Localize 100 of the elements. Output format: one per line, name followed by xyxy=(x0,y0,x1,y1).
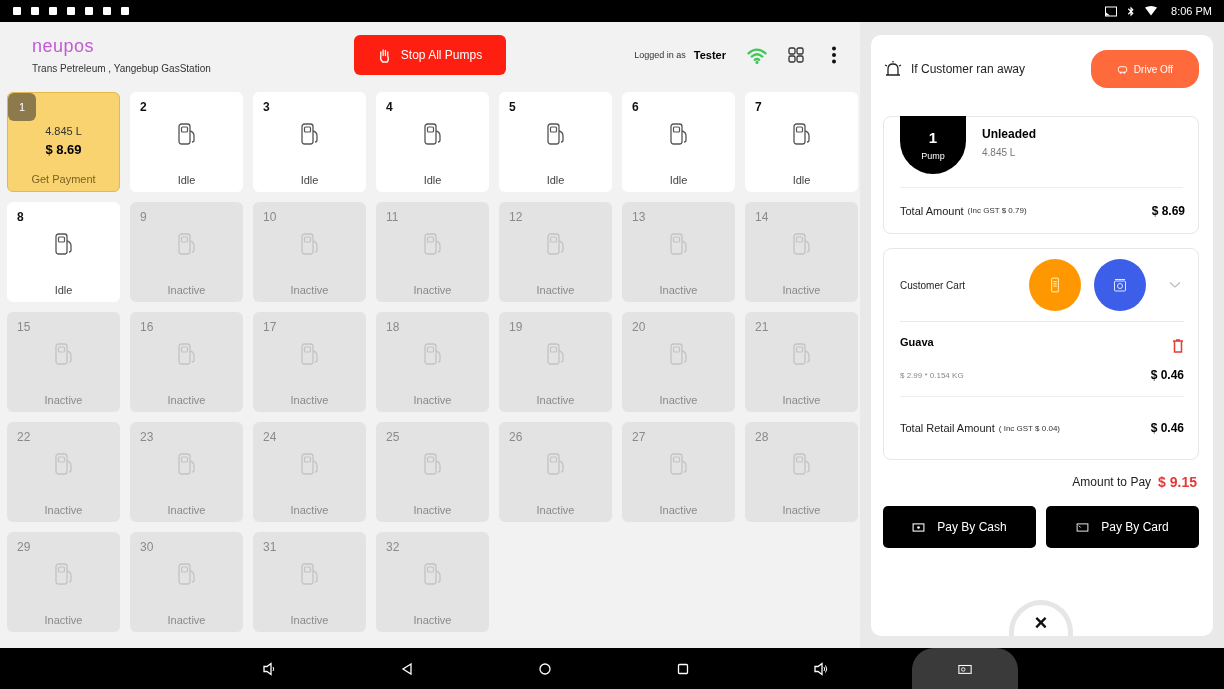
pump-number: 11 xyxy=(386,210,399,224)
pump-status: Inactive xyxy=(290,504,329,516)
logged-in-label: Logged in as xyxy=(634,50,686,60)
grid-icon[interactable] xyxy=(788,47,804,63)
pump-status: Inactive xyxy=(536,284,575,296)
fuel-pump-icon xyxy=(545,452,566,476)
pump-number: 25 xyxy=(386,430,400,444)
gst-note: (Inc GST $ 0.79) xyxy=(967,206,1027,215)
pump-number: 6 xyxy=(632,100,639,114)
pump-status: Inactive xyxy=(659,284,698,296)
fuel-pump-icon xyxy=(53,452,74,476)
pay-button[interactable]: Pay By Cash xyxy=(883,506,1036,548)
item-price: $ 0.46 xyxy=(1150,368,1184,382)
pump-status: Idle xyxy=(669,174,688,186)
barcode-icon xyxy=(1048,277,1062,293)
item-name: Guava xyxy=(900,336,934,348)
home-icon[interactable] xyxy=(538,661,552,676)
pump-number: 20 xyxy=(632,320,646,334)
recents-icon[interactable] xyxy=(676,661,690,676)
scale-button[interactable] xyxy=(1094,259,1146,311)
alarm-bell-icon xyxy=(883,60,903,78)
pump-status: Inactive xyxy=(413,284,452,296)
pump-number: 13 xyxy=(632,210,646,224)
pump-card[interactable]: 3 Idle xyxy=(253,92,366,192)
fuel-pump-icon xyxy=(299,232,320,256)
pump-amount: $ 8.69 xyxy=(45,142,82,157)
pump-status: Inactive xyxy=(536,504,575,516)
pump-number: 4 xyxy=(386,100,393,114)
pump-status: Inactive xyxy=(167,504,206,516)
volume-up-icon[interactable] xyxy=(814,661,828,676)
pump-number: 22 xyxy=(17,430,31,444)
pump-card[interactable]: 2 Idle xyxy=(130,92,243,192)
pump-status: Inactive xyxy=(44,394,83,406)
total-amount-label: Total Amount xyxy=(900,204,964,217)
pump-status: Idle xyxy=(177,174,196,186)
pump-card[interactable]: 4 Idle xyxy=(376,92,489,192)
pump-number: 29 xyxy=(17,540,31,554)
total-amount: $ 8.69 xyxy=(1151,203,1185,218)
pump-card[interactable]: 7 Idle xyxy=(745,92,858,192)
fuel-pump-icon xyxy=(422,452,443,476)
pump-number: 21 xyxy=(755,320,769,334)
pump-card[interactable]: 5 Idle xyxy=(499,92,612,192)
fuel-pump-icon xyxy=(791,122,812,146)
retail-total-label: Total Retail Amount xyxy=(900,422,995,434)
fuel-pump-icon xyxy=(668,452,689,476)
fuel-pump-icon xyxy=(422,342,443,366)
pump-status: Inactive xyxy=(536,394,575,406)
drive-off-button[interactable]: Drive Off xyxy=(1091,50,1199,88)
cast-icon xyxy=(1105,5,1118,17)
fuel-pump-icon xyxy=(422,122,443,146)
pump-number: 31 xyxy=(263,540,277,554)
trash-icon[interactable] xyxy=(1172,338,1184,354)
pump-status: Inactive xyxy=(290,284,329,296)
pump-status: Inactive xyxy=(167,614,206,626)
pump-status: Idle xyxy=(300,174,319,186)
pump-number: 8 xyxy=(17,210,24,224)
pump-status: Inactive xyxy=(44,504,83,516)
more-icon[interactable] xyxy=(832,46,836,64)
pump-status: Inactive xyxy=(290,394,329,406)
stop-all-pumps-button[interactable]: Stop All Pumps xyxy=(354,35,506,75)
pump-number: 15 xyxy=(17,320,31,334)
volume-down-icon[interactable] xyxy=(262,661,276,676)
pump-status: Inactive xyxy=(782,394,821,406)
pump-number: 5 xyxy=(509,100,516,114)
user-name: Tester xyxy=(693,49,726,61)
pump-number: 10 xyxy=(263,210,277,224)
pump-status: Inactive xyxy=(782,504,821,516)
pump-number: 26 xyxy=(509,430,523,444)
pay-button[interactable]: Pay By Card xyxy=(1046,506,1199,548)
pump-status: Get Payment xyxy=(31,173,96,185)
pump-status: Idle xyxy=(546,174,565,186)
amount-to-pay: $ 9.15 xyxy=(1158,474,1197,490)
pump-number: 24 xyxy=(263,430,277,444)
retail-total: $ 0.46 xyxy=(1150,421,1184,435)
fuel-pump-icon xyxy=(176,342,197,366)
fuel-pump-icon xyxy=(545,342,566,366)
fuel-pump-icon xyxy=(299,342,320,366)
pump-number: 3 xyxy=(263,100,270,114)
pump-card[interactable]: 6 Idle xyxy=(622,92,735,192)
pump-status: Inactive xyxy=(44,614,83,626)
fuel-pump-icon xyxy=(299,122,320,146)
pump-number: 9 xyxy=(140,210,147,224)
pump-tag-label: Pump xyxy=(921,151,945,161)
pump-card[interactable]: 8 Idle xyxy=(7,202,120,302)
pump-tag-number: 1 xyxy=(928,129,938,146)
close-button[interactable]: × xyxy=(1009,600,1073,636)
gst-note: ( Inc GST $ 0.04) xyxy=(998,423,1060,433)
fuel-pump-icon xyxy=(791,232,812,256)
pump-status: Inactive xyxy=(413,394,452,406)
wifi-icon xyxy=(1145,5,1158,17)
pump-card[interactable]: 1 4.845 L $ 8.69 Get Payment xyxy=(7,92,120,192)
pump-status: Inactive xyxy=(167,394,206,406)
car-icon xyxy=(1116,63,1128,75)
fuel-pump-icon xyxy=(53,342,74,366)
fuel-pump-icon xyxy=(668,342,689,366)
back-icon[interactable] xyxy=(400,661,414,676)
fuel-pump-icon xyxy=(176,232,197,256)
pump-number: 12 xyxy=(509,210,523,224)
pump-number: 17 xyxy=(263,320,277,334)
wifi-icon xyxy=(746,46,768,64)
